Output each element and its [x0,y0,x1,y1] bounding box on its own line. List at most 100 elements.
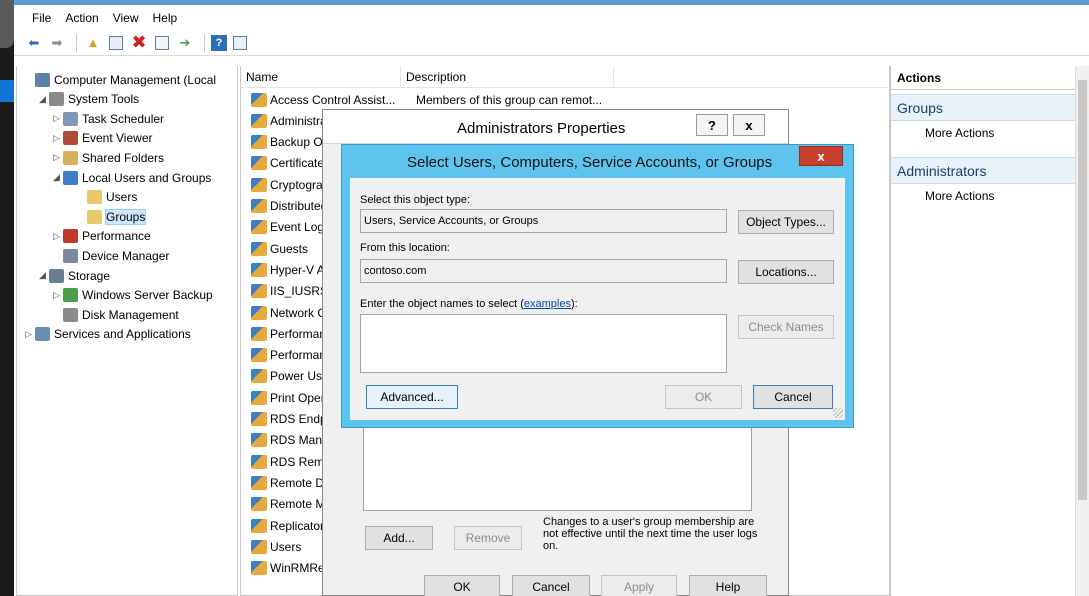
examples-link[interactable]: examples [524,298,571,310]
show-hide-tree-icon[interactable] [106,33,126,53]
tree-item-label: Disk Management [82,307,179,322]
taskbar-corner [0,0,14,48]
group-name: Access Control Assist... [270,92,396,107]
tree-item-label: Device Manager [82,248,170,263]
tree-node-icon [63,248,78,263]
check-names-button: Check Names [738,315,834,339]
expand-arrow-icon[interactable]: ▷ [53,152,63,163]
tree-item[interactable]: Groups [77,207,147,226]
menu-action[interactable]: Action [65,11,98,25]
locations-button[interactable]: Locations... [738,260,834,284]
help-button[interactable]: ? [696,114,728,136]
tree-node-icon [63,307,78,322]
tree-item[interactable]: Device Manager [53,246,169,265]
group-icon [251,475,267,490]
tree-node-icon [63,131,78,146]
ok-button[interactable]: OK [424,575,500,596]
expand-arrow-icon[interactable]: ▷ [25,329,35,340]
expand-arrow-icon[interactable]: ▷ [53,113,63,124]
tree-item[interactable]: ◢ Storage [39,266,110,285]
close-button[interactable]: x [799,146,843,166]
expand-arrow-icon[interactable]: ▷ [53,290,63,301]
tree-item-label: Groups [104,208,147,225]
group-row[interactable]: Access Control Assist... Members of this … [241,89,602,110]
group-icon [251,177,267,192]
advanced-button[interactable]: Advanced... [366,385,458,409]
menu-help[interactable]: Help [153,11,178,25]
more-actions-link[interactable]: More Actions [891,121,1075,145]
properties-icon[interactable] [152,33,172,53]
group-icon [251,369,267,384]
object-types-button[interactable]: Object Types... [738,210,834,234]
tree-item[interactable]: Computer Management (Local [25,70,216,89]
group-icon [251,433,267,448]
object-names-label-text: Enter the object names to select ( [360,298,524,310]
actions-section-administrators[interactable]: Administrators [891,157,1075,184]
back-icon[interactable]: ⬅ [24,33,44,53]
group-icon [251,390,267,405]
tree-node-icon [63,150,78,165]
expand-arrow-icon[interactable]: ▷ [53,231,63,242]
tree-item[interactable]: ▷ Performance [53,227,151,246]
object-names-label-end: ): [570,298,578,310]
column-header-name[interactable]: Name [241,66,401,87]
expand-arrow-icon[interactable]: ◢ [53,172,63,183]
group-icon [251,539,267,554]
group-icon [251,454,267,469]
menu-view[interactable]: View [113,11,139,25]
desktop-edge [0,0,14,596]
ok-button: OK [665,385,742,409]
expand-arrow-icon[interactable]: ▷ [53,133,63,144]
object-names-input[interactable] [360,314,727,373]
tree-item[interactable]: ▷ Shared Folders [53,148,164,167]
toolbar-separator [76,33,77,52]
membership-note: Changes to a user's group membership are… [543,516,758,552]
tree-node-icon [63,170,78,185]
tree-node-icon [87,190,102,205]
tree-node-icon [63,288,78,303]
column-header-description[interactable]: Description [401,66,614,87]
more-actions-link[interactable]: More Actions [891,184,1075,208]
show-hide-action-pane-icon[interactable] [230,33,250,53]
vertical-scrollbar[interactable] [1075,66,1089,596]
tree-item[interactable]: ◢ Local Users and Groups [53,168,211,187]
group-icon [251,284,267,299]
expand-arrow-icon[interactable]: ◢ [39,270,49,281]
expand-arrow-icon[interactable]: ◢ [39,94,49,105]
tree-item[interactable]: ▷ Services and Applications [25,325,191,344]
forward-icon[interactable]: ➡ [47,33,67,53]
tree-item-label: Task Scheduler [82,111,165,126]
group-icon [251,497,267,512]
tree-item-label: System Tools [68,92,140,107]
tree-item-label: Windows Server Backup [82,288,213,303]
up-folder-icon[interactable]: ▲ [83,33,103,53]
tree-item[interactable]: ▷ Windows Server Backup [53,286,213,305]
group-icon [251,156,267,171]
apply-button: Apply [601,575,677,596]
tree-item[interactable]: ▷ Event Viewer [53,129,152,148]
scrollbar-thumb[interactable] [1078,80,1087,500]
export-list-icon[interactable]: ➔ [175,33,195,53]
dialog-titlebar: Select Users, Computers, Service Account… [342,145,853,178]
tree-item-label: Event Viewer [82,131,153,146]
delete-icon[interactable]: ✖ [129,32,149,53]
add-button[interactable]: Add... [365,526,433,550]
select-users-dialog: Select Users, Computers, Service Account… [341,144,854,428]
tree-item[interactable]: ▷ Task Scheduler [53,109,164,128]
tree-item[interactable]: ◢ System Tools [39,90,139,109]
help-dialog-button[interactable]: Help [689,575,767,596]
dialog-title: Administrators Properties [457,120,626,137]
menu-file[interactable]: File [32,11,51,25]
help-icon[interactable]: ? [211,34,227,51]
cancel-button[interactable]: Cancel [512,575,590,596]
close-button[interactable]: x [733,114,765,136]
tree-item[interactable]: Users [77,188,137,207]
tree-node-icon [63,111,78,126]
tree-item[interactable]: Disk Management [53,305,179,324]
group-icon [251,220,267,235]
toolbar: ⬅ ➡ ▲ ✖ ➔ ? [14,30,1089,56]
cancel-button[interactable]: Cancel [753,385,833,409]
resize-grip[interactable] [833,408,843,418]
actions-section-groups[interactable]: Groups [891,94,1075,121]
tree-node-icon [49,268,64,283]
